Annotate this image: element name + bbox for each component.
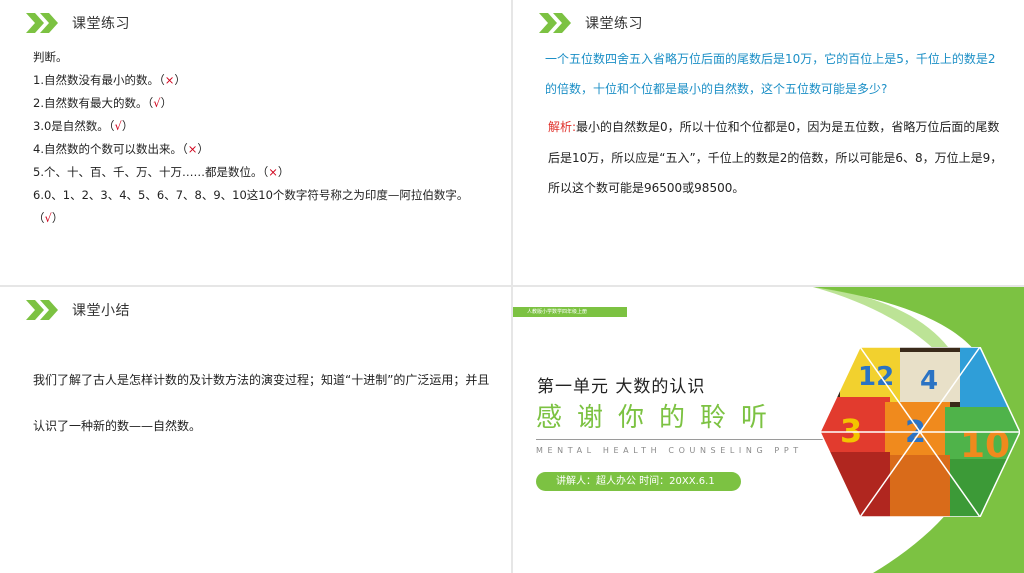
answer-label: 解析: <box>548 120 577 134</box>
judgement-list: 判断。 1.自然数没有最小的数。（×） 2.自然数有最大的数。（√） 3.0是自… <box>33 46 493 230</box>
slide-header: 课堂练习 <box>539 12 643 34</box>
question-text: 一个五位数四舍五入省略万位后面的尾数后是10万，它的百位上是5，千位上的数是2的… <box>545 52 996 96</box>
double-chevron-icon <box>26 300 58 320</box>
block-number: 3 <box>840 412 862 450</box>
check-mark: √ <box>153 96 161 110</box>
intro-text: 判断。 <box>33 50 68 64</box>
slide-header: 课堂小结 <box>26 299 130 321</box>
list-item: 5.个、十、百、千、万、十万……都是数位。（×） <box>33 165 290 179</box>
number-blocks-image: 12 4 3 2 10 <box>820 347 1020 517</box>
thanks-title: 感谢你的聆听 <box>536 403 783 433</box>
check-mark: √ <box>44 211 52 225</box>
slide-header: 课堂练习 <box>26 12 130 34</box>
list-item: 2.自然数有最大的数。（√） <box>33 96 173 110</box>
block-number: 4 <box>920 366 938 396</box>
unit-title: 第一单元 大数的认识 <box>537 377 706 397</box>
cross-mark: × <box>164 73 175 87</box>
double-chevron-icon <box>26 13 58 33</box>
check-mark: √ <box>114 119 122 133</box>
list-item: 1.自然数没有最小的数。（×） <box>33 73 186 87</box>
slide-title: 课堂小结 <box>72 303 130 319</box>
double-chevron-icon <box>539 13 571 33</box>
block-number: 10 <box>960 425 1010 466</box>
list-item: 6.0、1、2、3、4、5、6、7、8、9、10这10个数字符号称之为印度—阿拉… <box>33 188 469 225</box>
presenter-pill: 讲解人：超人办公 时间：20XX.6.1 <box>536 472 741 491</box>
list-item: 4.自然数的个数可以数出来。（×） <box>33 142 209 156</box>
slide-thanks: 人教版小学数学四年级上册 第一单元 大数的认识 感谢你的聆听 MENTAL HE… <box>513 287 1024 573</box>
slide-title: 课堂练习 <box>585 16 643 32</box>
slide-practice-judgement: 课堂练习 判断。 1.自然数没有最小的数。（×） 2.自然数有最大的数。（√） … <box>0 0 511 285</box>
slide-practice-question: 课堂练习 一个五位数四舍五入省略万位后面的尾数后是10万，它的百位上是5，千位上… <box>513 0 1024 285</box>
slide-summary: 课堂小结 我们了解了古人是怎样计数的及计数方法的演变过程；知道“十进制”的广泛运… <box>0 287 511 573</box>
cross-mark: × <box>187 142 198 156</box>
course-ribbon: 人教版小学数学四年级上册 <box>513 307 627 317</box>
divider <box>536 439 826 440</box>
list-item: 3.0是自然数。（√） <box>33 119 134 133</box>
answer-text: 解析:最小的自然数是0，所以十位和个位都是0，因为是五位数，省略万位后面的尾数后… <box>548 120 1003 195</box>
slide-title: 课堂练习 <box>72 16 130 32</box>
cross-mark: × <box>268 165 278 179</box>
english-subtitle: MENTAL HEALTH COUNSELING PPT <box>536 446 803 455</box>
summary-text: 我们了解了古人是怎样计数的及计数方法的演变过程；知道“十进制”的广泛运用；并且认… <box>33 373 490 433</box>
